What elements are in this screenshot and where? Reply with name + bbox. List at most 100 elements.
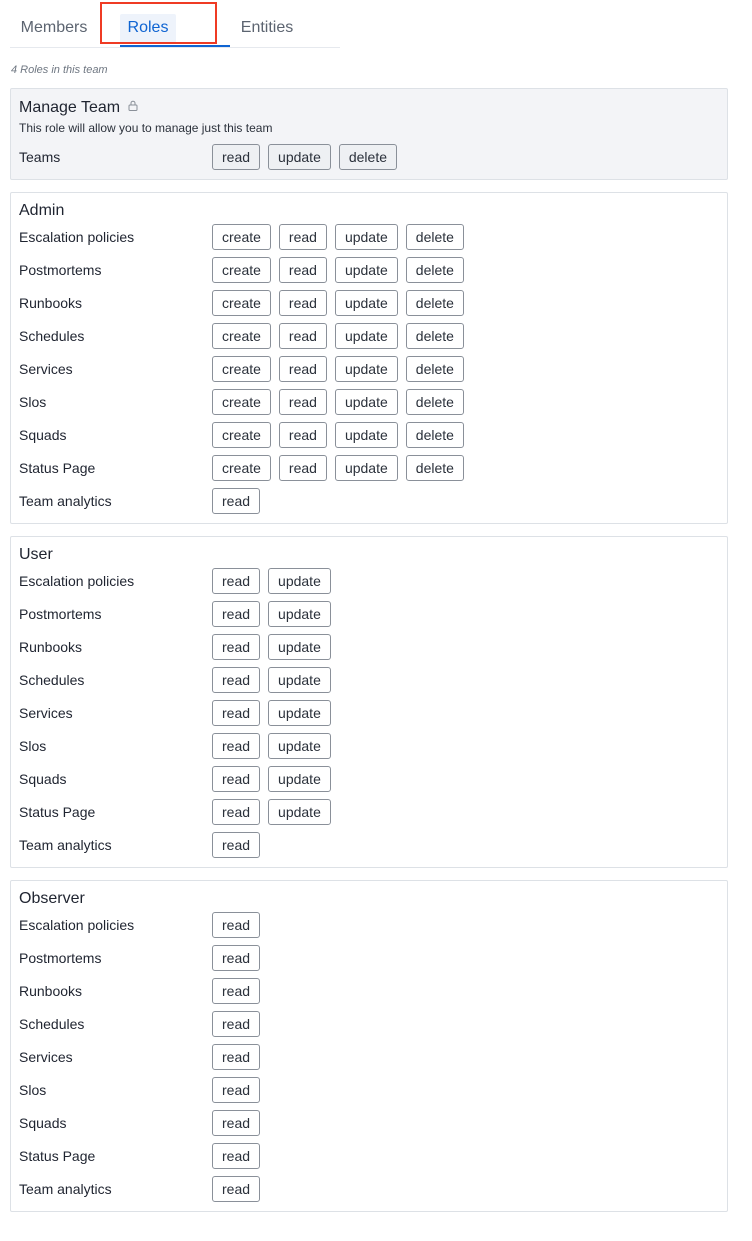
permission-actions: create read update delete [212,290,464,316]
read-permission-button[interactable]: read [212,832,261,858]
create-permission-button[interactable]: create [212,323,271,349]
permission-label: Services [19,1049,73,1065]
role-card-observer: Observer Escalation policies read Postmorte… [10,880,728,1212]
read-permission-button[interactable]: read [212,1011,261,1037]
permission-row-team-analytics: Team analytics read [19,488,719,514]
read-permission-button[interactable]: read [278,224,327,250]
read-permission-button[interactable]: read [278,290,327,316]
update-permission-button[interactable]: update [268,568,331,594]
read-permission-button[interactable]: read [212,912,261,938]
read-permission-button[interactable]: read [212,766,261,792]
create-permission-button[interactable]: create [212,356,271,382]
delete-permission-button[interactable]: delete [405,389,464,415]
tab-roles[interactable]: Roles [120,14,176,44]
permission-actions: read [212,945,261,971]
delete-permission-button[interactable]: delete [405,356,464,382]
read-permission-button[interactable]: read [212,978,261,1004]
update-permission-button[interactable]: update [334,224,398,250]
read-permission-button[interactable]: read [212,1143,261,1169]
permission-label: Team analytics [19,837,112,853]
update-permission-button[interactable]: update [334,422,398,448]
update-permission-button[interactable]: update [268,733,331,759]
permission-actions: read update [212,799,331,825]
create-permission-button[interactable]: create [212,422,271,448]
update-permission-button[interactable]: update [268,766,331,792]
tab-members[interactable]: Members [18,14,90,44]
read-permission-button[interactable]: read [278,422,327,448]
update-permission-button[interactable]: update [268,634,331,660]
permission-label: Runbooks [19,983,83,999]
read-permission-button[interactable]: read [212,634,261,660]
role-name: Observer [19,889,85,909]
create-permission-button[interactable]: create [212,389,271,415]
permission-label: Postmortems [19,606,102,622]
update-permission-button[interactable]: update [268,144,331,170]
permission-label: Team analytics [19,493,112,509]
role-name-text: Admin [19,202,65,219]
update-permission-button[interactable]: update [268,700,331,726]
roles-count: 4 Roles in this team [11,64,108,76]
update-permission-button[interactable]: update [334,290,398,316]
read-permission-button[interactable]: read [278,455,327,481]
read-permission-button[interactable]: read [212,1077,261,1103]
update-permission-button[interactable]: update [268,799,331,825]
permission-label: Postmortems [19,262,102,278]
permission-actions: read update [212,700,331,726]
permission-row-escalation-policies: Escalation policies create read update delet… [19,224,719,250]
permission-row-status-page: Status Page read update [19,799,719,825]
update-permission-button[interactable]: update [334,323,398,349]
read-permission-button[interactable]: read [212,667,261,693]
permission-row-services: Services read update [19,700,719,726]
read-permission-button[interactable]: read [212,700,261,726]
permission-row-squads: Squads read [19,1110,719,1136]
permission-actions: create read update delete [212,323,464,349]
permission-row-postmortems: Postmortems create read update delete [19,257,719,283]
tab-entities[interactable]: Entities [238,14,296,44]
permission-label: Squads [19,427,67,443]
role-description: This role will allow you to manage just … [19,121,273,135]
read-permission-button[interactable]: read [212,144,261,170]
read-permission-button[interactable]: read [212,601,261,627]
read-permission-button[interactable]: read [212,799,261,825]
create-permission-button[interactable]: create [212,290,271,316]
delete-permission-button[interactable]: delete [405,455,464,481]
delete-permission-button[interactable]: delete [405,257,464,283]
permission-actions: read update [212,667,331,693]
permission-actions: create read update delete [212,224,464,250]
read-permission-button[interactable]: read [278,257,327,283]
create-permission-button[interactable]: create [212,257,271,283]
update-permission-button[interactable]: update [334,356,398,382]
permission-actions: read [212,488,261,514]
read-permission-button[interactable]: read [278,356,327,382]
read-permission-button[interactable]: read [212,1044,261,1070]
read-permission-button[interactable]: read [212,945,261,971]
create-permission-button[interactable]: create [212,455,271,481]
read-permission-button[interactable]: read [212,568,261,594]
delete-permission-button[interactable]: delete [338,144,398,170]
update-permission-button[interactable]: update [334,389,398,415]
permission-label: Squads [19,1115,67,1131]
permission-label: Status Page [19,460,96,476]
delete-permission-button[interactable]: delete [405,224,464,250]
update-permission-button[interactable]: update [334,257,398,283]
delete-permission-button[interactable]: delete [405,422,464,448]
permission-row-status-page: Status Page create read update delete [19,455,719,481]
create-permission-button[interactable]: create [212,224,271,250]
permission-actions: create read update delete [212,455,464,481]
read-permission-button[interactable]: read [278,323,327,349]
read-permission-button[interactable]: read [212,488,261,514]
delete-permission-button[interactable]: delete [405,290,464,316]
read-permission-button[interactable]: read [212,1110,261,1136]
permission-actions: create read update delete [212,389,464,415]
permission-actions: read [212,1077,261,1103]
update-permission-button[interactable]: update [268,601,331,627]
update-permission-button[interactable]: update [268,667,331,693]
read-permission-button[interactable]: read [212,733,261,759]
update-permission-button[interactable]: update [334,455,398,481]
read-permission-button[interactable]: read [278,389,327,415]
permission-label: Teams [19,149,61,165]
permission-actions: read [212,1044,261,1070]
read-permission-button[interactable]: read [212,1176,261,1202]
permission-label: Runbooks [19,639,83,655]
delete-permission-button[interactable]: delete [405,323,464,349]
